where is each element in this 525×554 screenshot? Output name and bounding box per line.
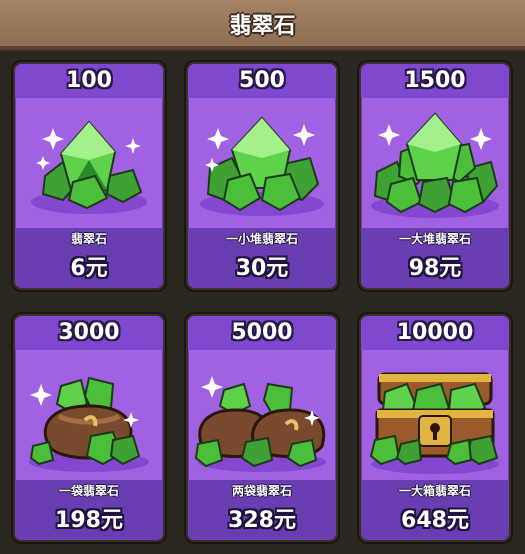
- item-amount: 5000: [188, 316, 336, 350]
- shop-item-card[interactable]: 500 一小堆翡翠石 30元: [184, 60, 340, 292]
- item-name: 翡翠石: [70, 232, 107, 246]
- card-body: 10000 一大箱翡翠石 648元: [361, 316, 509, 540]
- price-band: 一袋翡翠石 198元: [15, 480, 163, 540]
- card-body: 1500 一大堆翡翠石 98元: [361, 64, 509, 288]
- price-band: 一大箱翡翠石 648元: [361, 480, 509, 540]
- shop-item-card[interactable]: 1500 一大堆翡翠石 98元: [357, 60, 513, 292]
- card-body: 3000 一袋翡翠石 198元: [15, 316, 163, 540]
- item-amount: 500: [188, 64, 336, 98]
- item-name: 一袋翡翠石: [58, 484, 119, 498]
- emerald-large-pile-icon: [361, 98, 509, 228]
- card-body: 500 一小堆翡翠石 30元: [188, 64, 336, 288]
- item-name: 一大箱翡翠石: [398, 484, 471, 498]
- card-body: 100 翡翠石 6元: [15, 64, 163, 288]
- emerald-pile-icon: [188, 98, 336, 228]
- item-name: 一大堆翡翠石: [398, 232, 471, 246]
- item-price: 6元: [70, 256, 108, 281]
- price-band: 一大堆翡翠石 98元: [361, 228, 509, 288]
- price-band: 翡翠石 6元: [15, 228, 163, 288]
- price-band: 两袋翡翠石 328元: [188, 480, 336, 540]
- shop-item-card[interactable]: 100 翡翠石 6元: [11, 60, 167, 292]
- shop-grid: 100 翡翠石 6元 500 一小堆翡翠石 30元 1500 一大堆翡翠石 98…: [0, 0, 525, 554]
- shop-item-card[interactable]: 10000 一大箱翡翠石 648元: [357, 312, 513, 544]
- item-amount: 1500: [361, 64, 509, 98]
- item-amount: 10000: [361, 316, 509, 350]
- item-name: 两袋翡翠石: [231, 484, 292, 498]
- emerald-bag-icon: [15, 350, 163, 480]
- emerald-small-pile-icon: [15, 98, 163, 228]
- price-band: 一小堆翡翠石 30元: [188, 228, 336, 288]
- shop-item-card[interactable]: 3000 一袋翡翠石 198元: [11, 312, 167, 544]
- item-price: 198元: [55, 508, 123, 533]
- item-name: 一小堆翡翠石: [225, 232, 298, 246]
- item-amount: 100: [15, 64, 163, 98]
- item-price: 98元: [408, 256, 462, 281]
- item-price: 648元: [401, 508, 469, 533]
- item-price: 30元: [235, 256, 289, 281]
- shop-item-card[interactable]: 5000 两袋翡翠石 328元: [184, 312, 340, 544]
- emerald-chest-icon: [361, 350, 509, 480]
- emerald-two-bags-icon: [188, 350, 336, 480]
- item-amount: 3000: [15, 316, 163, 350]
- card-body: 5000 两袋翡翠石 328元: [188, 316, 336, 540]
- item-price: 328元: [228, 508, 296, 533]
